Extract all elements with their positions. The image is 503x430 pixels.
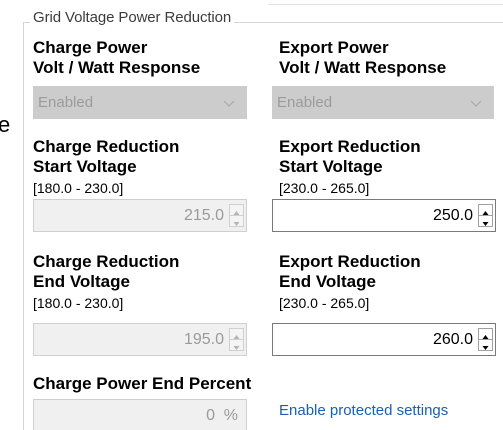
- export-start-label-line2: Start Voltage: [279, 157, 383, 176]
- export-vw-label-line2: Volt / Watt Response: [279, 58, 447, 77]
- export-start-label: Export Reduction Start Voltage: [279, 137, 421, 177]
- charge-end-percent-label: Charge Power End Percent: [33, 374, 252, 393]
- charge-end-range: [180.0 - 230.0]: [33, 295, 124, 311]
- charge-end-percent-input[interactable]: 0 %: [33, 399, 247, 430]
- export-end-value: 260.0: [432, 331, 473, 348]
- charge-vw-select[interactable]: Enabled: [33, 86, 247, 119]
- chevron-down-icon: [223, 100, 235, 107]
- spin-up-button[interactable]: [230, 205, 243, 216]
- export-start-spinner: [478, 204, 493, 227]
- spin-up-button[interactable]: [479, 329, 492, 340]
- spin-down-button[interactable]: [230, 216, 243, 226]
- charge-end-label-line2: End Voltage: [33, 272, 130, 291]
- clipped-label-fragment: e: [0, 112, 11, 137]
- grid-voltage-panel: Grid Voltage Power Reduction Charge Powe…: [16, 0, 503, 430]
- charge-end-spinner: [229, 328, 244, 351]
- arrow-down-icon: [482, 346, 489, 350]
- charge-start-value: 215.0: [183, 207, 224, 224]
- charge-vw-select-value: Enabled: [38, 94, 94, 111]
- charge-end-label: Charge Reduction End Voltage: [33, 252, 179, 292]
- charge-end-value: 195.0: [183, 331, 224, 348]
- arrow-down-icon: [233, 346, 240, 350]
- export-start-range: [230.0 - 265.0]: [279, 180, 370, 196]
- charge-end-label-line1: Charge Reduction: [33, 252, 180, 271]
- export-end-voltage-input[interactable]: 260.0: [272, 323, 496, 356]
- charge-start-label: Charge Reduction Start Voltage: [33, 137, 179, 177]
- export-start-label-line1: Export Reduction: [279, 137, 421, 156]
- top-divider: [268, 4, 503, 5]
- export-vw-label-line1: Export Power: [279, 38, 389, 57]
- enable-protected-settings-link[interactable]: Enable protected settings: [279, 402, 448, 419]
- export-start-voltage-input[interactable]: 250.0: [272, 199, 496, 232]
- export-end-label-line1: Export Reduction: [279, 252, 421, 271]
- charge-vw-label-line1: Charge Power: [33, 38, 148, 57]
- export-end-range: [230.0 - 265.0]: [279, 295, 370, 311]
- spin-up-button[interactable]: [479, 205, 492, 216]
- group-title: Grid Voltage Power Reduction: [30, 9, 235, 26]
- spin-down-button[interactable]: [230, 340, 243, 350]
- charge-start-label-line2: Start Voltage: [33, 157, 137, 176]
- export-end-label-line2: End Voltage: [279, 272, 376, 291]
- spin-up-button[interactable]: [230, 329, 243, 340]
- export-vw-label: Export Power Volt / Watt Response: [279, 38, 446, 78]
- charge-start-voltage-input[interactable]: 215.0: [33, 199, 247, 232]
- export-vw-select-value: Enabled: [277, 94, 333, 111]
- charge-vw-label: Charge Power Volt / Watt Response: [33, 38, 200, 78]
- charge-vw-label-line2: Volt / Watt Response: [33, 58, 201, 77]
- chevron-down-icon: [470, 100, 482, 107]
- arrow-down-icon: [482, 222, 489, 226]
- export-end-label: Export Reduction End Voltage: [279, 252, 421, 292]
- charge-end-percent-value: 0: [206, 407, 215, 424]
- arrow-down-icon: [233, 222, 240, 226]
- export-vw-select[interactable]: Enabled: [272, 86, 494, 119]
- charge-start-label-line1: Charge Reduction: [33, 137, 180, 156]
- settings-page: e Grid Voltage Power Reduction Charge Po…: [0, 0, 503, 430]
- charge-start-range: [180.0 - 230.0]: [33, 180, 124, 196]
- spin-down-button[interactable]: [479, 216, 492, 226]
- percent-unit: %: [223, 407, 238, 424]
- export-start-value: 250.0: [432, 207, 473, 224]
- spin-down-button[interactable]: [479, 340, 492, 350]
- export-end-spinner: [478, 328, 493, 351]
- charge-start-spinner: [229, 204, 244, 227]
- charge-end-voltage-input[interactable]: 195.0: [33, 323, 247, 356]
